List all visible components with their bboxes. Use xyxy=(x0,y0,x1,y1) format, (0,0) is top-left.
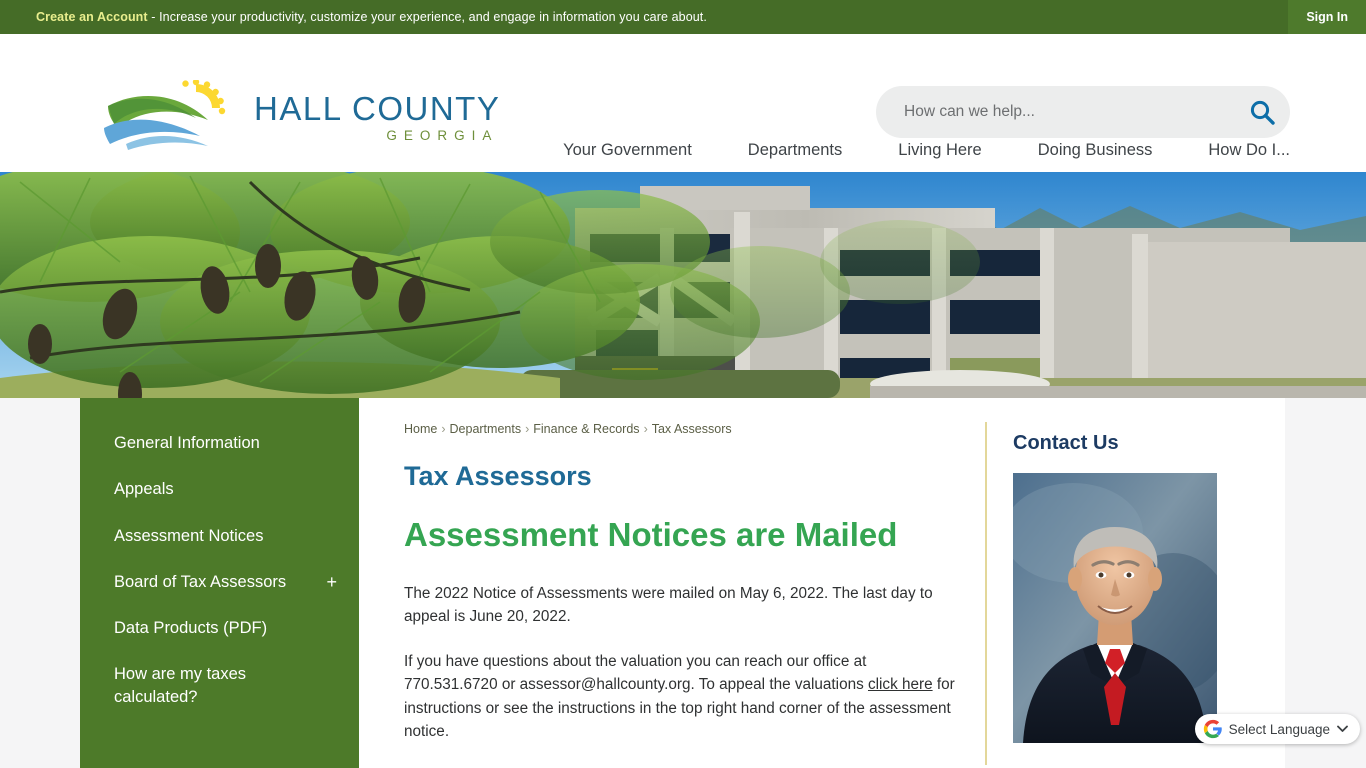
page-title: Tax Assessors xyxy=(404,461,592,491)
create-account-link[interactable]: Create an Account xyxy=(36,10,148,24)
sign-in-button[interactable]: Sign In xyxy=(1288,0,1366,34)
hero-banner xyxy=(0,172,1366,398)
nav-item-how-do-i[interactable]: How Do I... xyxy=(1208,141,1290,160)
breadcrumb-item-departments[interactable]: Departments xyxy=(450,422,522,436)
sidebar-item-assessment-notices[interactable]: Assessment Notices xyxy=(80,513,359,559)
google-g-icon xyxy=(1203,719,1222,739)
nav-item-doing-business[interactable]: Doing Business xyxy=(1038,141,1153,160)
nav-item-living-here[interactable]: Living Here xyxy=(898,141,981,160)
section-sidebar: General Information Appeals Assessment N… xyxy=(80,398,359,768)
content-shell: General Information Appeals Assessment N… xyxy=(80,398,1285,768)
utility-bar-message: Create an Account - Increase your produc… xyxy=(0,10,707,24)
hero-image xyxy=(0,172,1366,398)
breadcrumb-separator: › xyxy=(643,422,648,436)
chevron-down-icon xyxy=(1337,725,1348,732)
utility-bar-message-text: - Increase your productivity, customize … xyxy=(147,10,707,24)
search-icon xyxy=(1250,100,1275,125)
sidebar-item-general-information[interactable]: General Information xyxy=(80,420,359,466)
search-input[interactable] xyxy=(876,103,1234,121)
nav-item-departments[interactable]: Departments xyxy=(748,141,842,160)
nav-item-your-government[interactable]: Your Government xyxy=(563,141,692,160)
contact-us-title: Contact Us xyxy=(1013,432,1119,454)
paragraph-2-text-before: If you have questions about the valuatio… xyxy=(404,653,868,694)
main-navigation: Your Government Departments Living Here … xyxy=(0,128,1366,172)
breadcrumb-item-tax-assessors: Tax Assessors xyxy=(651,422,732,436)
google-translate-widget[interactable]: Select Language xyxy=(1194,714,1360,744)
main-content-column: Home › Departments › Finance & Records › Tax A… xyxy=(404,422,985,765)
sidebar-item-board-of-tax-assessors[interactable]: Board of Tax Assessors + xyxy=(80,559,359,605)
sidebar-item-appeals[interactable]: Appeals xyxy=(80,466,359,512)
contact-portrait xyxy=(1013,473,1217,743)
click-here-link[interactable]: click here xyxy=(868,676,933,693)
breadcrumb-item-finance-records[interactable]: Finance & Records xyxy=(533,422,639,436)
sidebar-item-data-products-pdf[interactable]: Data Products (PDF) xyxy=(80,605,359,651)
breadcrumb-separator: › xyxy=(441,422,446,436)
logo-title: HALL COUNTY xyxy=(254,89,501,127)
main-panel: Home › Departments › Finance & Records › Tax A… xyxy=(359,398,1285,768)
breadcrumb-item-home[interactable]: Home xyxy=(404,422,437,436)
contact-rail: Contact Us xyxy=(985,422,1243,766)
breadcrumb-separator: › xyxy=(525,422,530,436)
article-paragraph-1: The 2022 Notice of Assessments were mail… xyxy=(404,584,933,625)
breadcrumb: Home › Departments › Finance & Records › Tax A… xyxy=(404,422,959,436)
translate-label: Select Language xyxy=(1228,721,1330,737)
sidebar-item-how-are-my-taxes-calculated[interactable]: How are my taxes calculated? xyxy=(80,651,359,720)
article-paragraph-2: If you have questions about the valuatio… xyxy=(404,650,959,743)
site-header: HALL COUNTY GEORGIA Your Government Depa… xyxy=(0,34,1366,172)
article-title: Assessment Notices are Mailed xyxy=(404,515,898,553)
sidebar-item-label: Board of Tax Assessors xyxy=(114,572,287,591)
page-body: General Information Appeals Assessment N… xyxy=(0,398,1366,768)
expand-plus-icon[interactable]: + xyxy=(326,573,337,591)
utility-bar: Create an Account - Increase your produc… xyxy=(0,0,1366,34)
